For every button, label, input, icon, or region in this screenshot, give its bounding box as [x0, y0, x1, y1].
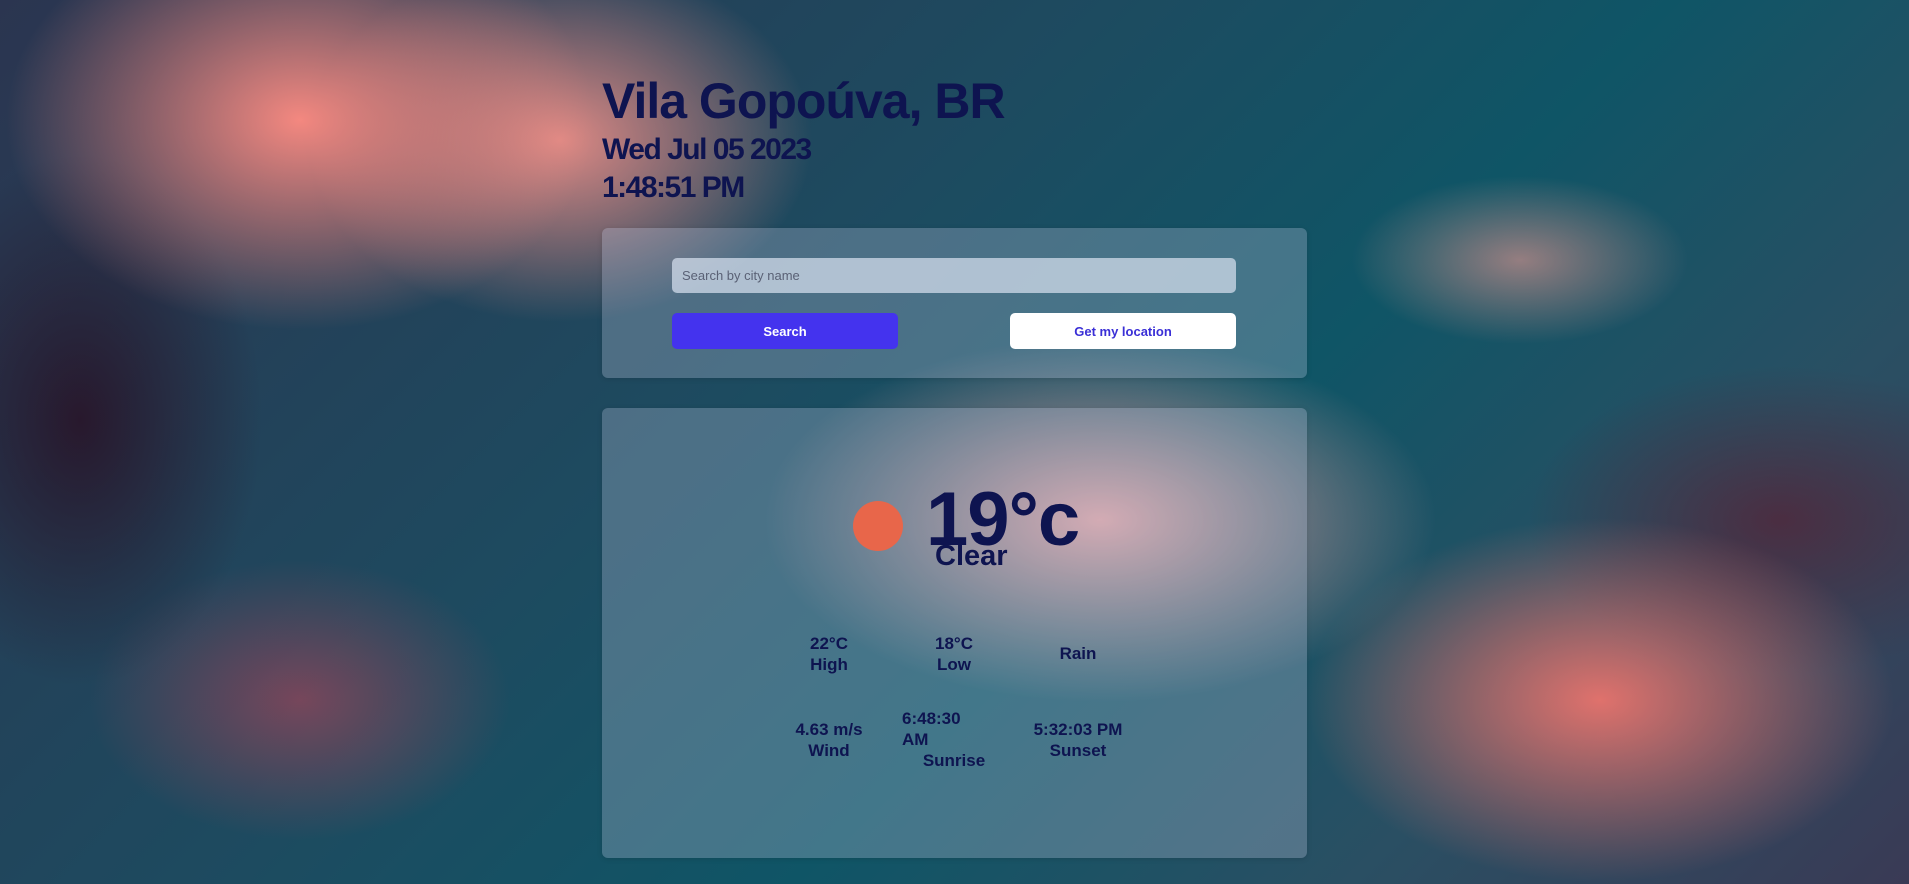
wind-stat: 4.63 m/s Wind — [774, 719, 884, 761]
city-title: Vila Gopoúva, BR — [602, 73, 1006, 129]
current-time: 1:48:51 PM — [602, 171, 745, 204]
current-date: Wed Jul 05 2023 — [602, 133, 812, 166]
sunset-label: Sunset — [1049, 741, 1107, 760]
wind-label: Wind — [808, 741, 850, 760]
weather-panel: 19°c Clear 22°C High 18°C Low Rain 4.63 … — [602, 408, 1307, 858]
city-search-input[interactable] — [672, 258, 1236, 293]
rain-label: Rain — [1059, 644, 1097, 663]
search-panel: Search Get my location — [602, 228, 1307, 378]
sunrise-label: Sunrise — [922, 751, 986, 770]
sunset-stat: 5:32:03 PM Sunset — [1023, 719, 1133, 761]
sunset-value: 5:32:03 PM — [1033, 720, 1123, 739]
rain-stat: Rain — [1023, 643, 1133, 664]
wind-value: 4.63 m/s — [795, 720, 863, 739]
sunrise-stat: 6:48:30 AM Sunrise — [899, 708, 1009, 771]
app-background: Vila Gopoúva, BR Wed Jul 05 2023 1:48:51… — [0, 0, 1909, 884]
high-temp-value: 22°C — [810, 634, 848, 653]
high-temp-stat: 22°C High — [774, 633, 884, 675]
sun-icon — [853, 501, 903, 551]
high-temp-label: High — [810, 655, 848, 674]
weather-condition: Clear — [935, 540, 1008, 572]
low-temp-stat: 18°C Low — [899, 633, 1009, 675]
search-button[interactable]: Search — [672, 313, 898, 349]
sunrise-ampm: AM — [902, 730, 929, 749]
low-temp-value: 18°C — [935, 634, 973, 653]
sunrise-time: 6:48:30 — [902, 709, 961, 728]
low-temp-label: Low — [937, 655, 971, 674]
get-location-button[interactable]: Get my location — [1010, 313, 1236, 349]
